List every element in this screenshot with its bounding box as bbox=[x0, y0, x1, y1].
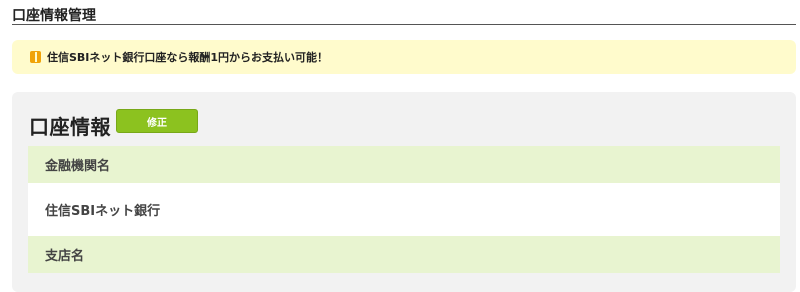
field-label-branch-name: 支店名 bbox=[28, 236, 780, 273]
field-label-bank-name: 金融機関名 bbox=[28, 146, 780, 183]
title-divider bbox=[12, 24, 796, 25]
page-title: 口座情報管理 bbox=[12, 8, 96, 24]
edit-button[interactable]: 修正 bbox=[116, 109, 198, 133]
field-value-bank-name: 住信SBIネット銀行 bbox=[28, 183, 780, 236]
account-info-title: 口座情報 bbox=[29, 115, 111, 139]
alert-icon bbox=[30, 51, 41, 63]
notice-text: 住信SBIネット銀行口座なら報酬1円からお支払い可能！ bbox=[47, 51, 329, 64]
account-info-card: 口座情報 修正 金融機関名 住信SBIネット銀行 支店名 bbox=[12, 92, 796, 292]
notice-banner: 住信SBIネット銀行口座なら報酬1円からお支払い可能！ bbox=[12, 40, 796, 74]
